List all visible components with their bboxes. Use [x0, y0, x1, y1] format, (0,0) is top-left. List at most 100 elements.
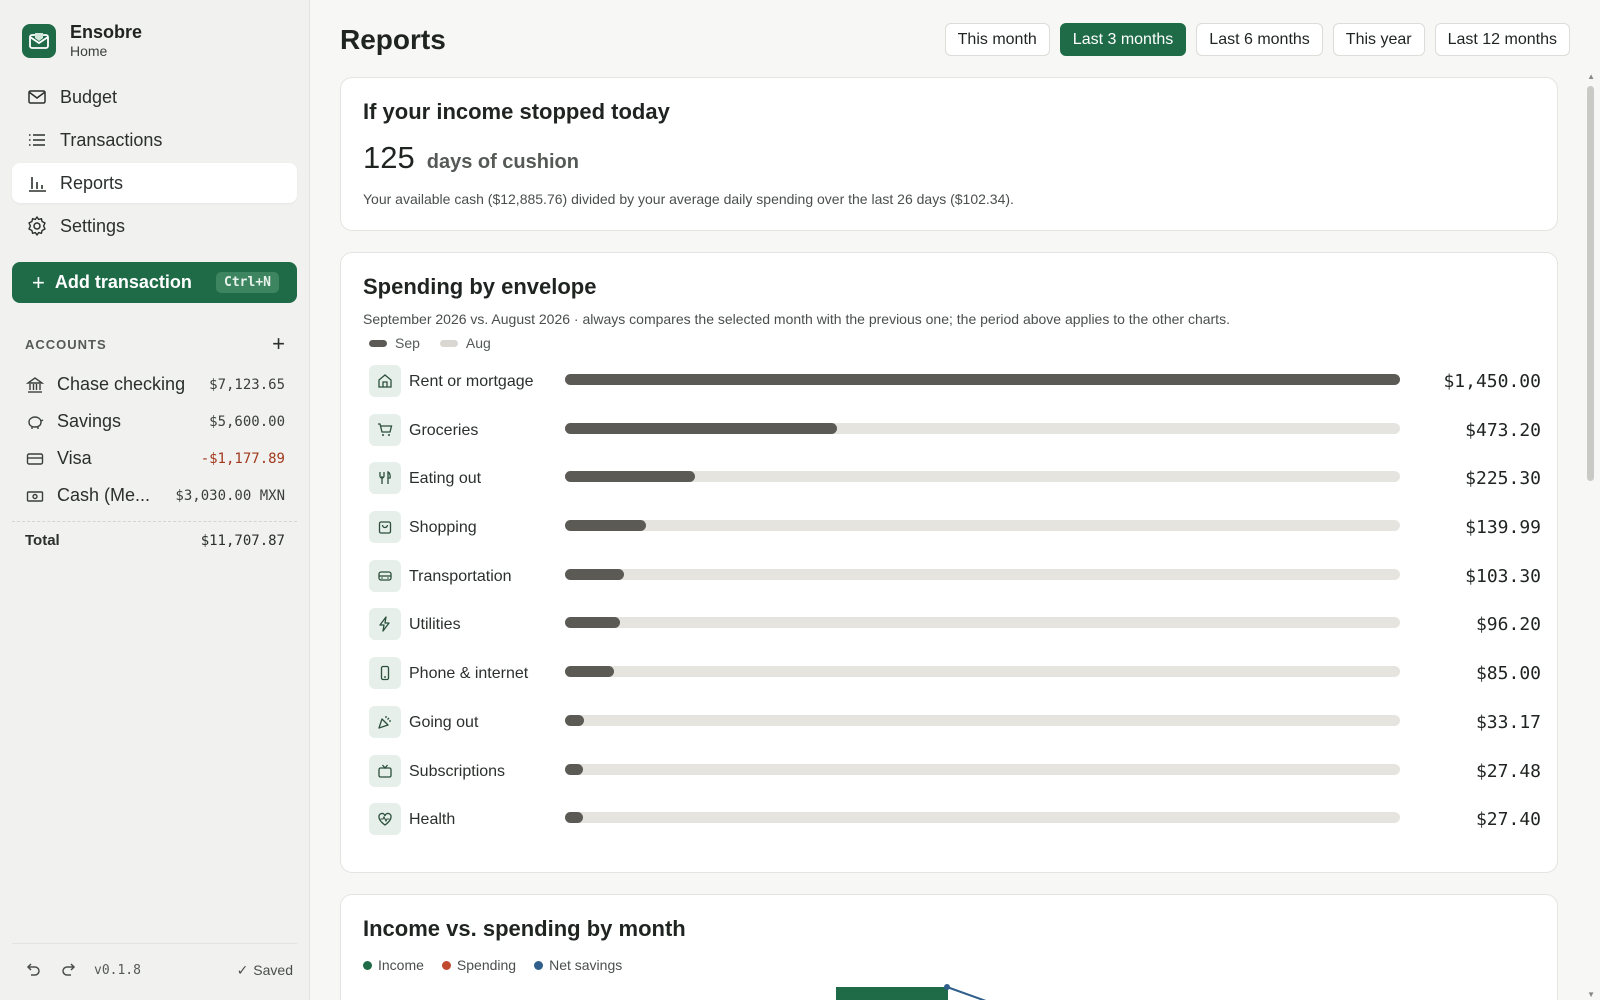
- envelope-subtitle: September 2026 vs. August 2026 · always …: [363, 311, 1230, 327]
- account-name: Chase checking: [57, 374, 186, 394]
- list-icon: [26, 129, 48, 151]
- envelope-label: Eating out: [409, 470, 482, 488]
- period-this-month[interactable]: This month: [944, 23, 1050, 56]
- net-savings-point: [944, 984, 950, 990]
- envelope-row[interactable]: Groceries $473.20: [369, 406, 1579, 455]
- nav-item-budget[interactable]: Budget: [12, 77, 297, 117]
- account-name: Savings: [57, 411, 122, 431]
- period-last-6-months[interactable]: Last 6 months: [1196, 23, 1323, 56]
- envelope-legend: Sep Aug: [369, 335, 511, 351]
- bar-track: [565, 520, 1400, 532]
- credit-card-icon: [25, 449, 45, 469]
- envelope-label: Shopping: [409, 519, 477, 537]
- bar-fill: [565, 617, 621, 629]
- envelope-label: Groceries: [409, 421, 479, 439]
- plus-icon: +: [32, 269, 45, 295]
- shortcut-badge: Ctrl+N: [216, 272, 279, 293]
- brand-name: Ensobre: [70, 22, 143, 42]
- house-icon: [369, 365, 401, 397]
- bar-fill: [565, 374, 1400, 385]
- envelope-amount: $139.99: [1465, 517, 1541, 539]
- total-label: Total: [25, 532, 60, 549]
- envelope-row[interactable]: Transportation $103.30: [369, 552, 1579, 601]
- redo-icon[interactable]: [54, 958, 84, 982]
- envelope-row[interactable]: Phone & internet $85.00: [369, 649, 1579, 698]
- sidebar: Ensobre Home Budget Transactions Reports…: [0, 0, 310, 1000]
- period-this-year[interactable]: This year: [1332, 23, 1425, 56]
- page-title: Reports: [340, 24, 446, 55]
- nav-item-reports[interactable]: Reports: [12, 163, 297, 203]
- envelope-row[interactable]: Going out $33.17: [369, 698, 1579, 747]
- accounts-divider: [12, 521, 297, 522]
- envelope-row[interactable]: Shopping $139.99: [369, 503, 1579, 552]
- scroll-down-arrow-icon[interactable]: ▼: [1587, 990, 1595, 999]
- envelope-amount: $473.20: [1465, 419, 1541, 441]
- envelope-amount: $27.40: [1475, 809, 1541, 831]
- bar-fill: [565, 812, 584, 824]
- cushion-days-label: days of cushion: [426, 151, 579, 173]
- legend-label: Sep: [395, 335, 420, 351]
- envelope-row[interactable]: Subscriptions $27.48: [369, 747, 1579, 796]
- account-item[interactable]: Cash (Me... $3,030.00 MXN: [25, 477, 285, 514]
- income-vs-spending-card: Income vs. spending by month Income Spen…: [340, 894, 1558, 1000]
- legend-label: Net savings: [549, 957, 623, 973]
- envelope-amount: $85.00: [1475, 663, 1541, 685]
- nav-item-settings[interactable]: Settings: [12, 206, 297, 246]
- save-status-text: Saved: [253, 962, 293, 978]
- legend-item-spending: Spending: [441, 957, 516, 973]
- shopping-bag-icon: [369, 511, 401, 544]
- envelope-rows: Rent or mortgage $1,450.00 Groceries $47…: [369, 357, 1579, 844]
- main-content: Reports This month Last 3 months Last 6 …: [310, 0, 1600, 1000]
- bar-fill: [565, 520, 646, 532]
- legend-label: Aug: [465, 335, 491, 351]
- scrollbar-thumb[interactable]: [1587, 86, 1594, 481]
- scroll-up-arrow-icon[interactable]: ▲: [1587, 72, 1595, 81]
- bar-track: [565, 422, 1400, 434]
- bolt-icon: [369, 608, 401, 641]
- period-last-3-months[interactable]: Last 3 months: [1059, 23, 1187, 56]
- sidebar-footer: v0.1.8 ✓ Saved: [12, 943, 297, 982]
- cart-icon: [369, 413, 401, 446]
- cushion-days: 125: [363, 140, 415, 175]
- cushion-description: Your available cash ($12,885.76) divided…: [363, 191, 1014, 207]
- total-value: $11,707.87: [200, 532, 285, 549]
- save-status: ✓ Saved: [237, 962, 293, 979]
- nav-label: Settings: [60, 215, 126, 236]
- envelope-row[interactable]: Eating out $225.30: [369, 454, 1579, 503]
- spending-by-envelope-card: Spending by envelope September 2026 vs. …: [340, 252, 1558, 873]
- brand[interactable]: Ensobre Home: [22, 22, 142, 60]
- account-balance: $3,030.00 MXN: [175, 487, 285, 504]
- legend-item-income: Income: [363, 957, 424, 973]
- account-item[interactable]: Visa -$1,177.89: [25, 440, 285, 477]
- envelope-row[interactable]: Rent or mortgage $1,450.00: [369, 357, 1579, 406]
- envelope-row[interactable]: Health $27.40: [369, 795, 1579, 844]
- bar-fill: [565, 763, 584, 775]
- envelope-label: Utilities: [409, 616, 461, 634]
- account-balance: $7,123.65: [209, 376, 285, 393]
- account-balance: $5,600.00: [209, 413, 285, 430]
- add-transaction-label: Add transaction: [54, 272, 192, 292]
- cash-icon: [25, 486, 45, 506]
- bar-track: [565, 374, 1400, 385]
- account-item[interactable]: Savings $5,600.00: [25, 403, 285, 440]
- add-transaction-button[interactable]: + Add transaction Ctrl+N: [12, 262, 297, 303]
- app-version: v0.1.8: [94, 962, 141, 978]
- bar-fill: [565, 714, 585, 726]
- brand-subtitle: Home: [70, 43, 108, 59]
- check-icon: ✓: [236, 961, 249, 978]
- bar-fill: [565, 471, 695, 483]
- party-icon: [369, 705, 401, 738]
- envelope-amount: $103.30: [1465, 565, 1541, 587]
- bar-track: [565, 617, 1400, 629]
- legend-item-aug: Aug: [439, 335, 491, 351]
- period-last-12-months[interactable]: Last 12 months: [1434, 23, 1570, 56]
- envelope-amount: $96.20: [1475, 614, 1541, 636]
- legend-dot: [363, 960, 372, 970]
- nav-item-transactions[interactable]: Transactions: [12, 120, 297, 160]
- add-account-plus-icon[interactable]: +: [272, 333, 285, 355]
- envelope-row[interactable]: Utilities $96.20: [369, 600, 1579, 649]
- undo-icon[interactable]: [18, 958, 48, 982]
- envelope-icon: [26, 86, 48, 108]
- envelope-logo-icon: [22, 24, 56, 58]
- account-item[interactable]: Chase checking $7,123.65: [25, 366, 285, 403]
